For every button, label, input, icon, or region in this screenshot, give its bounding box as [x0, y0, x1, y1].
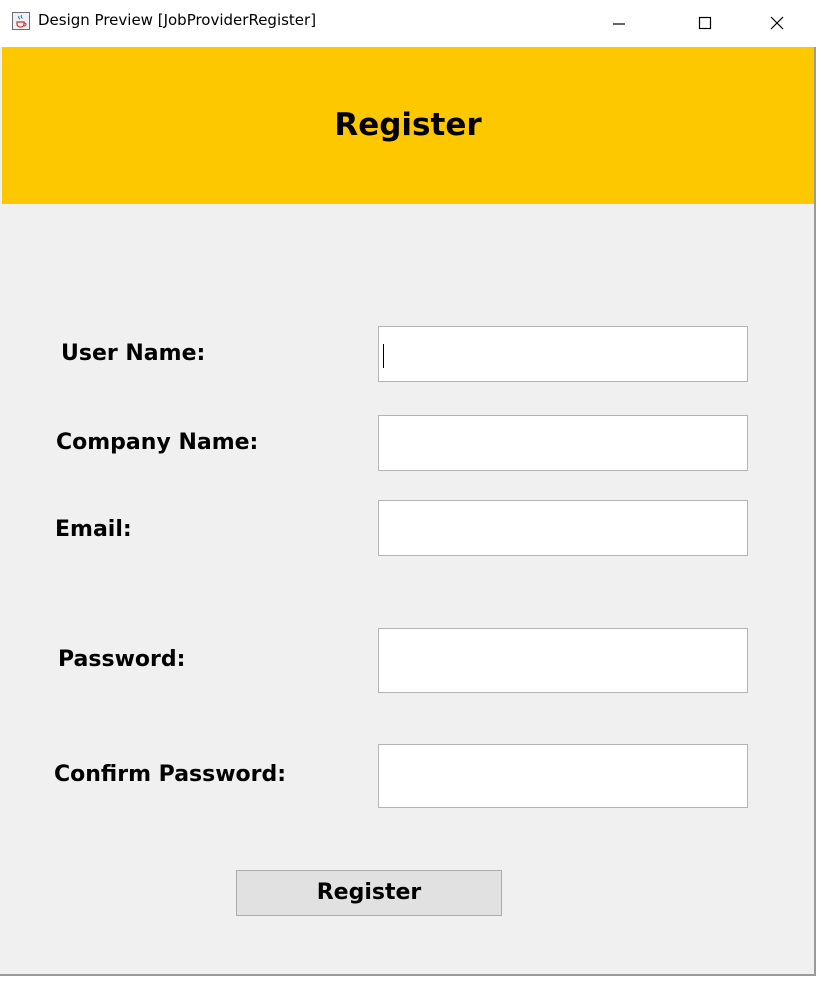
maximize-icon	[698, 16, 712, 30]
password-label: Password:	[58, 647, 186, 672]
company-name-input[interactable]	[378, 415, 748, 471]
close-icon	[770, 16, 784, 30]
password-input[interactable]	[378, 628, 748, 693]
window-title: Design Preview [JobProviderRegister]	[38, 11, 317, 29]
text-caret	[383, 344, 384, 368]
page-title: Register	[334, 107, 482, 143]
company-name-label: Company Name:	[56, 430, 259, 455]
minimize-button[interactable]	[594, 0, 644, 47]
close-button[interactable]	[752, 0, 802, 47]
maximize-button[interactable]	[680, 0, 730, 47]
register-window: Design Preview [JobProviderRegister] Reg…	[0, 0, 825, 976]
title-bar: Design Preview [JobProviderRegister]	[0, 0, 825, 47]
register-button[interactable]: Register	[236, 870, 502, 916]
user-name-input[interactable]	[378, 326, 748, 382]
java-cup-icon	[12, 12, 30, 30]
email-input[interactable]	[378, 500, 748, 556]
email-label: Email:	[55, 517, 132, 542]
user-name-label: User Name:	[61, 341, 206, 366]
confirm-password-label: Confirm Password:	[54, 762, 287, 787]
minimize-icon	[613, 23, 625, 25]
header-banner: Register	[2, 47, 814, 204]
confirm-password-input[interactable]	[378, 744, 748, 808]
